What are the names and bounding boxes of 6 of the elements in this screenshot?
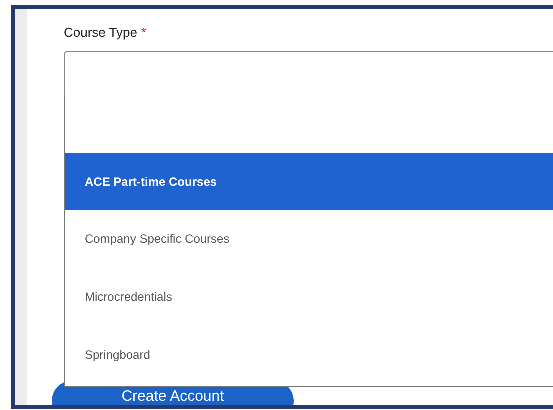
required-mark: *	[141, 24, 147, 42]
dropdown-option[interactable]: Microcredentials	[65, 268, 553, 326]
field-label: Course Type	[64, 24, 138, 42]
dropdown-option[interactable]: Company Specific Courses	[65, 210, 553, 268]
dropdown-option[interactable]: ACE Part-time Courses	[65, 153, 553, 210]
dropdown-option[interactable]: Springboard	[65, 326, 553, 384]
